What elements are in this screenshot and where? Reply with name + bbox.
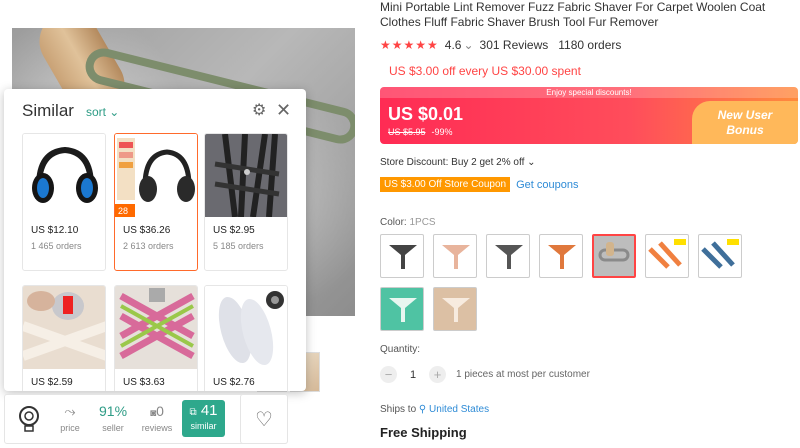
- color-swatch[interactable]: [433, 287, 477, 331]
- quantity-stepper: − 1 + 1 pieces at most per customer: [380, 366, 590, 383]
- star-rating-icon: ★★★★★: [380, 38, 439, 52]
- sort-dropdown[interactable]: sort ⌄: [86, 105, 119, 119]
- similar-item-card[interactable]: US $2.95 5 185 orders: [204, 133, 288, 271]
- color-swatch[interactable]: [645, 234, 689, 278]
- free-shipping: Free Shipping: [380, 425, 467, 440]
- similar-item-price: US $2.95: [213, 225, 255, 236]
- decrease-button[interactable]: −: [380, 366, 397, 383]
- rating-row: ★★★★★ 4.6 ⌄ 301 Reviews 1180 orders: [380, 38, 622, 52]
- reviews-button[interactable]: ◙0 reviews: [137, 403, 177, 433]
- product-title: Mini Portable Lint Remover Fuzz Fabric S…: [380, 0, 766, 29]
- reviews-link[interactable]: 301 Reviews: [480, 38, 549, 52]
- new-user-bonus[interactable]: New User Bonus: [692, 101, 798, 144]
- quantity-label: Quantity:: [380, 344, 421, 355]
- color-swatch-selected[interactable]: [592, 234, 636, 278]
- ships-to-country[interactable]: United States: [429, 404, 489, 415]
- coupon-row: US $3.00 Off Store Coupon Get coupons: [380, 177, 579, 192]
- wishlist-button[interactable]: ♡: [240, 394, 288, 444]
- heart-icon: ♡: [255, 408, 273, 431]
- lightbulb-icon[interactable]: [17, 405, 41, 435]
- similar-item-image: [205, 134, 287, 217]
- similar-item-orders: 2 613 orders: [123, 241, 174, 251]
- increase-button[interactable]: +: [429, 366, 446, 383]
- color-swatch[interactable]: [433, 234, 477, 278]
- similar-item-price: US $3.63: [123, 377, 165, 388]
- similar-item-card[interactable]: 28 US $36.26 2 613 orders: [114, 133, 198, 271]
- similar-item-image: [23, 286, 105, 369]
- similar-item-price: US $2.59: [31, 377, 73, 388]
- ships-to: Ships to ⚲ United States: [380, 404, 490, 415]
- current-price: US $0.01: [388, 104, 464, 124]
- tag-icon: ⧉: [189, 407, 197, 418]
- price-banner: Enjoy special discounts! US $0.01 US $5.…: [380, 87, 798, 144]
- similar-button[interactable]: ⧉ 41 similar: [182, 400, 225, 437]
- orders-count: 1180 orders: [558, 38, 622, 52]
- similar-item-image: [115, 286, 197, 369]
- quantity-note: 1 pieces at most per customer: [456, 369, 590, 380]
- gear-icon[interactable]: ⚙: [252, 103, 268, 119]
- color-swatch[interactable]: [539, 234, 583, 278]
- similar-item-card[interactable]: US $3.63: [114, 285, 198, 391]
- similar-item-image: [205, 286, 287, 369]
- store-coupon-badge: US $3.00 Off Store Coupon: [380, 177, 511, 192]
- product-page: Similar sort ⌄ ⚙ ✕ US $12.10 1 465 order…: [0, 0, 800, 448]
- promo-text: US $3.00 off every US $30.00 spent: [389, 64, 581, 78]
- similar-item-card[interactable]: US $2.59: [22, 285, 106, 391]
- price-trend-button[interactable]: ⤳ price: [50, 403, 90, 433]
- get-coupons-link[interactable]: Get coupons: [516, 179, 578, 191]
- store-discount[interactable]: Store Discount: Buy 2 get 2% off ⌄: [380, 157, 536, 168]
- seller-rating-button[interactable]: 91% seller: [93, 403, 133, 433]
- similar-item-image: [23, 134, 105, 217]
- similar-title: Similar: [22, 101, 74, 120]
- discount-badge: 28: [118, 206, 128, 216]
- color-swatch[interactable]: [380, 287, 424, 331]
- similar-item-card[interactable]: US $2.76: [204, 285, 288, 391]
- similar-panel: Similar sort ⌄ ⚙ ✕ US $12.10 1 465 order…: [4, 89, 306, 391]
- color-swatch[interactable]: [380, 234, 424, 278]
- color-swatch[interactable]: [698, 234, 742, 278]
- original-price: US $5.95 -99%: [388, 127, 453, 137]
- similar-item-orders: 5 185 orders: [213, 241, 264, 251]
- similar-item-orders: 1 465 orders: [31, 241, 82, 251]
- banner-caption: Enjoy special discounts!: [380, 87, 798, 98]
- chevron-down-icon[interactable]: ⌄: [463, 38, 473, 52]
- close-icon[interactable]: ✕: [276, 101, 294, 119]
- color-label: Color: 1PCS: [380, 217, 436, 228]
- color-swatch[interactable]: [486, 234, 530, 278]
- similar-item-price: US $2.76: [213, 377, 255, 388]
- trend-icon: ⤳: [64, 403, 76, 419]
- location-pin-icon: ⚲: [418, 404, 427, 415]
- chevron-down-icon: ⌄: [527, 157, 536, 168]
- similar-item-price: US $12.10: [31, 225, 79, 236]
- similar-item-card[interactable]: US $12.10 1 465 orders: [22, 133, 106, 271]
- similar-item-price: US $36.26: [123, 225, 171, 236]
- similar-item-image: 28: [115, 134, 197, 217]
- quantity-value[interactable]: 1: [407, 369, 419, 381]
